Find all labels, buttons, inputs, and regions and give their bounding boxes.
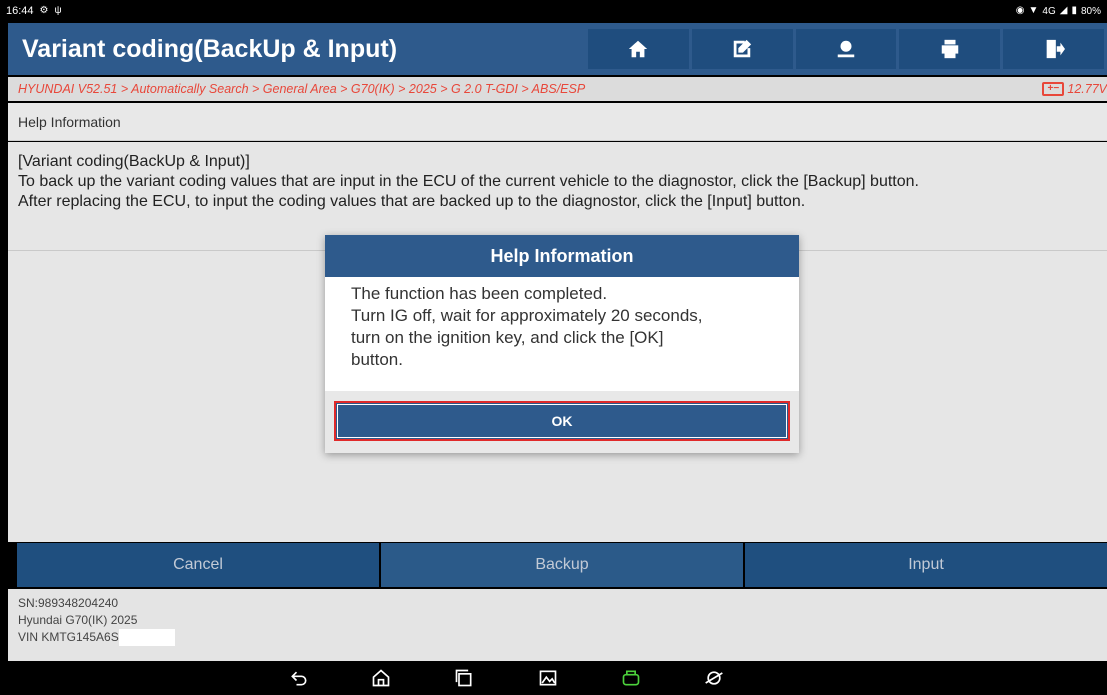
dialog-line: turn on the ignition key, and click the …: [351, 328, 664, 347]
action-bar: Cancel Backup Input: [17, 543, 1107, 587]
exit-button[interactable]: [1003, 29, 1104, 69]
battery-level: 80%: [1080, 5, 1101, 17]
print-icon: [941, 39, 959, 59]
home-icon: [629, 40, 648, 58]
network-label: 4G: [1042, 5, 1056, 17]
exit-icon: [1046, 39, 1065, 59]
dialog-line: button.: [351, 350, 403, 369]
dialog-line: The function has been completed.: [351, 284, 608, 303]
dialog-title: Help Information: [325, 235, 799, 277]
edit-report-icon: [733, 39, 752, 58]
help-line: [Variant coding(BackUp & Input)]: [18, 153, 250, 170]
ok-button[interactable]: OK: [334, 401, 790, 441]
wifi-icon: ▼: [1028, 5, 1039, 16]
settings-notification-icon: ⚙: [39, 5, 49, 16]
browser-icon[interactable]: [704, 668, 724, 688]
clock: 16:44: [6, 5, 34, 17]
android-nav-bar: [0, 661, 1107, 695]
help-header: Help Information: [8, 103, 1107, 141]
home-nav-icon[interactable]: [371, 668, 391, 688]
cancel-button[interactable]: Cancel: [17, 543, 379, 587]
help-line: After replacing the ECU, to input the co…: [18, 193, 806, 210]
help-line: To back up the variant coding values tha…: [18, 173, 919, 190]
serial-number: SN:989348204240: [18, 596, 119, 610]
signal-icon: ◢: [1059, 5, 1068, 16]
vin-row: VIN KMTG145A6S: [18, 629, 1107, 646]
title-bar: Variant coding(BackUp & Input): [8, 23, 1107, 75]
location-icon: ◉: [1015, 5, 1025, 16]
profile-button[interactable]: [795, 29, 897, 69]
battery-icon: ▮: [1071, 5, 1077, 16]
status-bar: 16:44 ⚙ ψ ◉ ▼ 4G ◢ ▮ 80%: [0, 0, 1107, 22]
screenshot-icon[interactable]: [538, 668, 558, 688]
edit-report-button[interactable]: [691, 29, 793, 69]
breadcrumb-path: HYUNDAI V52.51 > Automatically Search > …: [18, 82, 586, 96]
vin-number: VIN KMTG145A6S: [18, 630, 119, 644]
voltage-indicator: +− 12.77V: [1042, 82, 1107, 96]
page-title: Variant coding(BackUp & Input): [22, 34, 398, 63]
vin-redaction: [118, 629, 175, 646]
dialog-footer: OK: [325, 391, 799, 453]
input-button[interactable]: Input: [745, 543, 1107, 587]
backup-button[interactable]: Backup: [381, 543, 743, 587]
help-description: [Variant coding(BackUp & Input)] To back…: [8, 142, 1107, 212]
breadcrumb: HYUNDAI V52.51 > Automatically Search > …: [8, 77, 1107, 101]
vehicle-info: SN:989348204240 Hyundai G70(IK) 2025 VIN…: [8, 589, 1107, 661]
profile-icon: [837, 40, 855, 58]
print-button[interactable]: [899, 29, 1001, 69]
car-battery-icon: +−: [1042, 82, 1065, 96]
help-dialog: Help Information The function has been c…: [325, 235, 799, 453]
voltage-value: 12.77V: [1067, 82, 1107, 96]
home-button[interactable]: [588, 29, 689, 69]
recents-icon[interactable]: [454, 668, 474, 688]
usb-icon: ψ: [54, 5, 62, 16]
vehicle-model: Hyundai G70(IK) 2025: [18, 613, 138, 627]
dialog-message: The function has been completed. Turn IG…: [325, 277, 799, 391]
vci-icon[interactable]: [621, 668, 641, 688]
back-icon[interactable]: [289, 668, 309, 688]
dialog-line: Turn IG off, wait for approximately 20 s…: [351, 306, 703, 325]
